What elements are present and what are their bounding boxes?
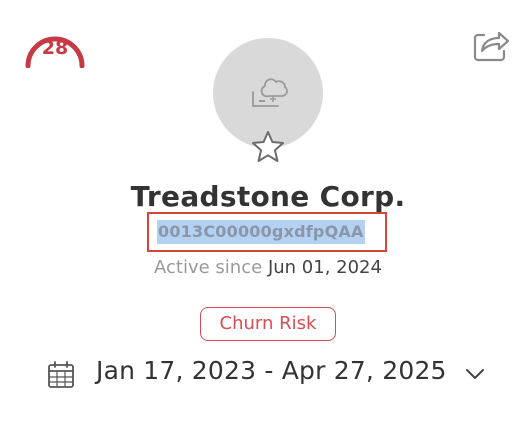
account-name: Treadstone Corp.: [130, 180, 406, 213]
status-badge: Churn Risk: [200, 307, 336, 341]
cloud-computer-icon: [252, 78, 288, 107]
active-since-label: Active since: [154, 257, 263, 278]
calendar-icon: [48, 361, 74, 388]
health-score-value: 28: [41, 37, 69, 59]
favorite-button[interactable]: [248, 128, 288, 168]
account-id-highlight: 0013C00000gxdfpQAA: [147, 212, 387, 252]
account-header-panel: 28 Treadstone Corp. 0013C00000gxdfpQAA A…: [0, 0, 520, 440]
share-icon: [473, 31, 510, 62]
chevron-down-icon: [466, 369, 484, 379]
account-id[interactable]: 0013C00000gxdfpQAA: [157, 220, 365, 244]
active-since: Active since Jun 01, 2024: [0, 257, 520, 278]
date-range-picker[interactable]: Jan 17, 2023 - Apr 27, 2025: [46, 352, 496, 396]
active-since-date: Jun 01, 2024: [267, 257, 382, 278]
share-button[interactable]: [470, 24, 510, 64]
health-score-gauge: 28: [21, 26, 89, 68]
date-range-value: Jan 17, 2023 - Apr 27, 2025: [96, 356, 447, 385]
star-outline-icon: [252, 131, 284, 162]
